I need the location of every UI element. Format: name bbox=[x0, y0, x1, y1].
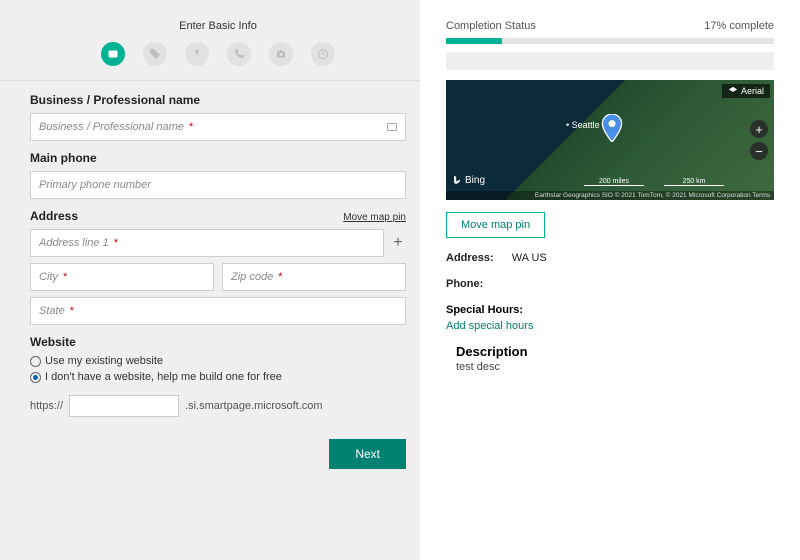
add-address-line-icon[interactable]: + bbox=[390, 234, 406, 252]
address-value: WA US bbox=[512, 252, 547, 264]
step-nav bbox=[30, 42, 406, 66]
next-button[interactable]: Next bbox=[329, 439, 406, 469]
zoom-controls: + − bbox=[750, 120, 768, 160]
completion-percent: 17% complete bbox=[704, 20, 774, 32]
radio-icon bbox=[30, 372, 41, 383]
spacer-bar bbox=[446, 52, 774, 70]
move-map-pin-button[interactable]: Move map pin bbox=[446, 212, 545, 238]
bing-logo: Bing bbox=[452, 174, 485, 186]
map-credits: Earthstar Geographics SIO © 2021 TomTom,… bbox=[446, 191, 774, 200]
zoom-in-button[interactable]: + bbox=[750, 120, 768, 138]
phone-input[interactable]: Primary phone number bbox=[30, 171, 406, 199]
form-title: Enter Basic Info bbox=[30, 20, 406, 32]
map-pin-icon[interactable] bbox=[601, 114, 623, 147]
radio-icon bbox=[30, 356, 41, 367]
step-camera-icon[interactable] bbox=[269, 42, 293, 66]
zoom-out-button[interactable]: − bbox=[750, 142, 768, 160]
step-basic-icon[interactable] bbox=[101, 42, 125, 66]
address-key: Address: bbox=[446, 252, 494, 264]
city-label: • Seattle bbox=[566, 120, 600, 130]
map[interactable]: Aerial + − • Seattle Bing 200 miles 250 … bbox=[446, 80, 774, 200]
radio-use-existing[interactable]: Use my existing website bbox=[30, 355, 406, 367]
move-map-pin-link[interactable]: Move map pin bbox=[343, 212, 406, 223]
step-clock-icon[interactable] bbox=[311, 42, 335, 66]
completion-status-label: Completion Status bbox=[446, 20, 536, 32]
url-suffix: .si.smartpage.microsoft.com bbox=[185, 400, 323, 412]
bing-icon bbox=[452, 174, 462, 186]
business-label: Business / Professional name bbox=[30, 93, 406, 107]
aerial-badge[interactable]: Aerial bbox=[722, 84, 770, 98]
description-key: Description bbox=[456, 344, 774, 359]
state-input[interactable]: State * bbox=[30, 297, 406, 325]
form-panel: Enter Basic Info Business / Professional… bbox=[0, 0, 420, 560]
zip-input[interactable]: Zip code * bbox=[222, 263, 406, 291]
step-share-icon[interactable] bbox=[185, 42, 209, 66]
phone-label: Main phone bbox=[30, 151, 406, 165]
progress-bar bbox=[446, 38, 774, 44]
special-hours-key: Special Hours: bbox=[446, 304, 774, 316]
preview-panel: Completion Status 17% complete Aerial + … bbox=[420, 0, 800, 560]
step-phone-icon[interactable] bbox=[227, 42, 251, 66]
url-subdomain-input[interactable] bbox=[69, 395, 179, 417]
address-label: Address bbox=[30, 209, 78, 223]
website-label: Website bbox=[30, 335, 406, 349]
add-special-hours-link[interactable]: Add special hours bbox=[446, 320, 774, 332]
phone-key: Phone: bbox=[446, 278, 483, 290]
address-line1-input[interactable]: Address line 1 * bbox=[30, 229, 384, 257]
business-input[interactable]: Business / Professional name * bbox=[30, 113, 406, 141]
smartpage-url-row: https:// .si.smartpage.microsoft.com bbox=[30, 395, 406, 417]
radio-no-website[interactable]: I don't have a website, help me build on… bbox=[30, 371, 406, 383]
description-value: test desc bbox=[456, 361, 774, 373]
layers-icon bbox=[728, 86, 738, 96]
card-icon bbox=[387, 123, 397, 131]
url-prefix: https:// bbox=[30, 400, 63, 412]
divider bbox=[0, 80, 420, 81]
step-tag-icon[interactable] bbox=[143, 42, 167, 66]
map-scale: 200 miles 250 km bbox=[584, 178, 724, 186]
city-input[interactable]: City * bbox=[30, 263, 214, 291]
